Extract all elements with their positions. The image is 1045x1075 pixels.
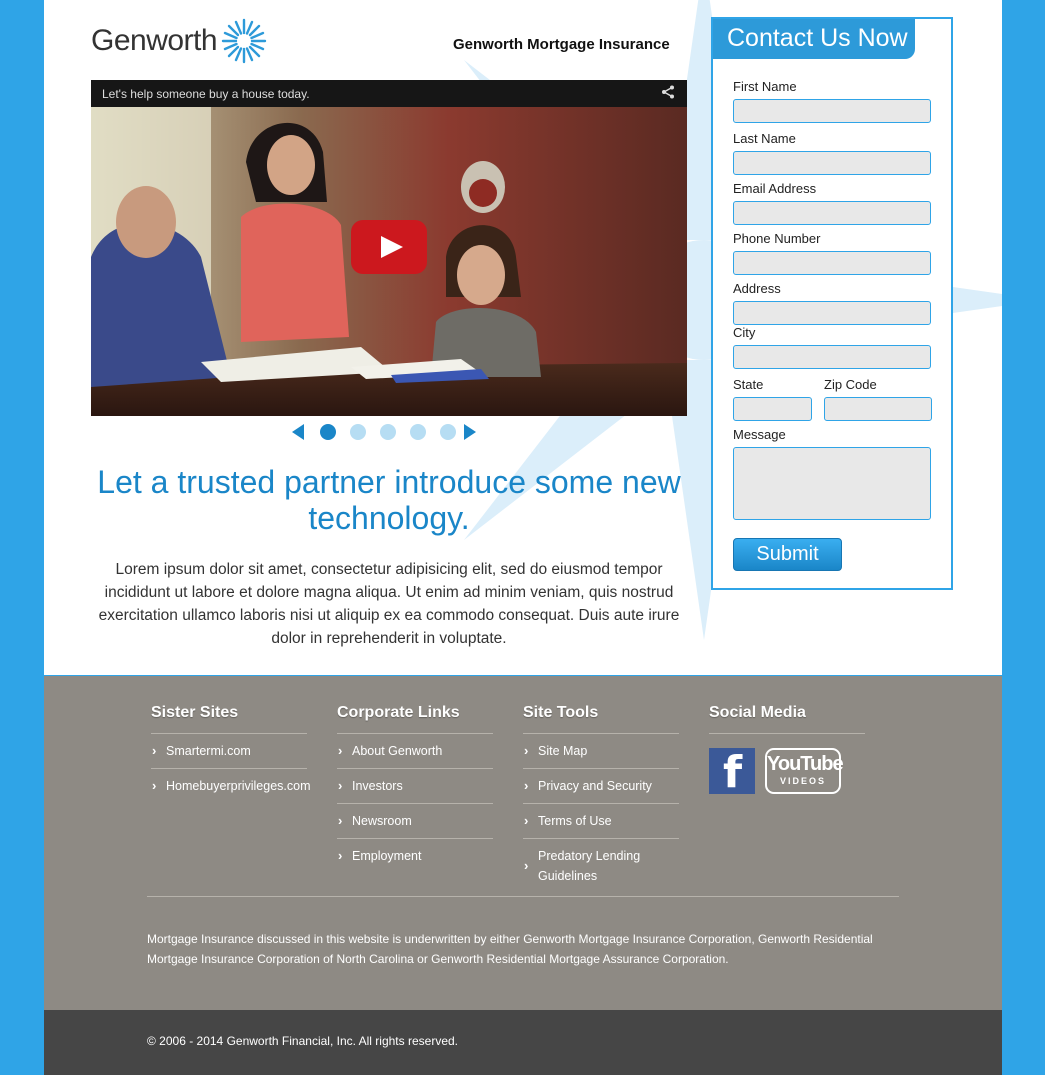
footer-link-label: Investors	[352, 779, 403, 793]
site-title: Genworth Mortgage Insurance	[453, 36, 670, 53]
chevron-right-icon: ›	[338, 848, 343, 863]
carousel-dot[interactable]	[380, 424, 396, 440]
site-tools-column: Site Tools › Site Map › Privacy and Securi…	[523, 704, 679, 893]
logo-text: Genworth	[91, 24, 218, 57]
genworth-logo[interactable]: Genworth	[91, 18, 267, 64]
phone-label: Phone Number	[733, 231, 821, 246]
first-name-label: First Name	[733, 79, 797, 94]
chevron-right-icon: ›	[338, 778, 343, 793]
last-name-field[interactable]	[733, 151, 931, 175]
state-label: State	[733, 377, 764, 392]
chevron-right-icon: ›	[152, 743, 157, 758]
contact-form: Contact Us Now First Name Last Name Emai…	[711, 17, 953, 590]
footer-link[interactable]: › Site Map	[523, 734, 679, 769]
share-icon[interactable]	[661, 85, 675, 102]
carousel-dot[interactable]	[440, 424, 456, 440]
footer-link[interactable]: › Investors	[337, 769, 493, 804]
social-icons: f YouTube VIDEOS	[709, 747, 865, 798]
footer-link[interactable]: › Newsroom	[337, 804, 493, 839]
first-name-field[interactable]	[733, 99, 931, 123]
chevron-right-icon: ›	[524, 778, 529, 793]
video-title-bar: Let's help someone buy a house today.	[91, 80, 687, 107]
footer-link[interactable]: › Predatory Lending Guidelines	[523, 839, 643, 893]
chevron-right-icon: ›	[338, 813, 343, 828]
site-tools-list: › Site Map › Privacy and Security › Terms o…	[523, 734, 679, 893]
footer: Sister Sites › Smartermi.com › Homebuyerpr…	[44, 675, 1002, 1010]
share-icon-glyph	[662, 85, 674, 99]
youtube-videos-text: VIDEOS	[779, 776, 826, 786]
carousel-prev-icon[interactable]	[292, 424, 304, 440]
message-label: Message	[733, 427, 786, 442]
footer-link-label: Smartermi.com	[166, 744, 251, 758]
facebook-glyph: f	[723, 747, 743, 798]
chevron-right-icon: ›	[338, 743, 343, 758]
chevron-right-icon: ›	[524, 743, 529, 758]
footer-link-label: Terms of Use	[538, 814, 612, 828]
copyright: © 2006 - 2014 Genworth Financial, Inc. A…	[147, 1034, 458, 1048]
address-field[interactable]	[733, 301, 931, 325]
copyright-bar: © 2006 - 2014 Genworth Financial, Inc. A…	[44, 1010, 1002, 1075]
carousel-dot[interactable]	[410, 424, 426, 440]
contact-form-title: Contact Us Now	[713, 19, 915, 59]
body-paragraph: Lorem ipsum dolor sit amet, consectetur …	[98, 561, 680, 647]
city-label: City	[733, 325, 756, 340]
message-field[interactable]	[733, 447, 931, 520]
video-caption: Let's help someone buy a house today.	[102, 86, 310, 101]
last-name-label: Last Name	[733, 131, 796, 146]
email-label: Email Address	[733, 181, 817, 196]
sister-sites-list: › Smartermi.com › Homebuyerprivileges.com	[151, 734, 311, 803]
site-tools-title: Site Tools	[523, 704, 679, 734]
zip-label: Zip Code	[824, 377, 877, 392]
footer-link-label: About Genworth	[352, 744, 443, 758]
logo-star-icon	[221, 18, 267, 64]
footer-link[interactable]: › Employment	[337, 839, 493, 873]
social-media-title: Social Media	[709, 704, 865, 734]
carousel-controls	[292, 424, 476, 440]
corporate-links-list: › About Genworth › Investors › Newsroom › Em…	[337, 734, 493, 873]
page: Genworth Genworth Mortgage Insurance Let…	[44, 0, 1002, 1075]
play-icon[interactable]	[351, 220, 427, 274]
footer-link-label: Predatory Lending Guidelines	[538, 849, 641, 883]
chevron-right-icon: ›	[524, 813, 529, 828]
social-media-column: Social Media f YouTube VIDEOS	[709, 704, 865, 798]
corporate-links-column: Corporate Links › About Genworth › Investo…	[337, 704, 493, 873]
footer-link[interactable]: › Smartermi.com	[151, 734, 307, 769]
footer-link-label: Newsroom	[352, 814, 412, 828]
corporate-links-title: Corporate Links	[337, 704, 493, 734]
chevron-right-icon: ›	[152, 778, 157, 793]
footer-divider	[147, 896, 899, 897]
zip-field[interactable]	[824, 397, 932, 421]
carousel-dot[interactable]	[320, 424, 336, 440]
footer-link[interactable]: › About Genworth	[337, 734, 493, 769]
address-label: Address	[733, 281, 781, 296]
video-player[interactable]: Let's help someone buy a house today.	[91, 80, 687, 416]
email-field[interactable]	[733, 201, 931, 225]
city-field[interactable]	[733, 345, 931, 369]
phone-field[interactable]	[733, 251, 931, 275]
sister-sites-column: Sister Sites › Smartermi.com › Homebuyerpr…	[151, 704, 311, 803]
state-field[interactable]	[733, 397, 812, 421]
youtube-icon[interactable]: YouTube VIDEOS	[765, 748, 844, 794]
sister-sites-title: Sister Sites	[151, 704, 307, 734]
chevron-right-icon: ›	[524, 858, 529, 873]
footer-link[interactable]: › Homebuyerprivileges.com	[151, 769, 311, 803]
footer-link-label: Site Map	[538, 744, 588, 758]
disclaimer: Mortgage Insurance discussed in this web…	[147, 932, 873, 966]
carousel-next-icon[interactable]	[464, 424, 476, 440]
footer-link-label: Employment	[352, 849, 422, 863]
youtube-logo-text: YouTube	[767, 753, 844, 775]
footer-link[interactable]: › Terms of Use	[523, 804, 679, 839]
footer-link-label: Privacy and Security	[538, 779, 652, 793]
footer-link[interactable]: › Privacy and Security	[523, 769, 679, 804]
facebook-icon[interactable]: f	[709, 747, 755, 798]
carousel-dot[interactable]	[350, 424, 366, 440]
footer-link-label: Homebuyerprivileges.com	[166, 779, 311, 793]
submit-button[interactable]: Submit	[733, 538, 842, 571]
headline: Let a trusted partner introduce some new…	[97, 464, 681, 536]
